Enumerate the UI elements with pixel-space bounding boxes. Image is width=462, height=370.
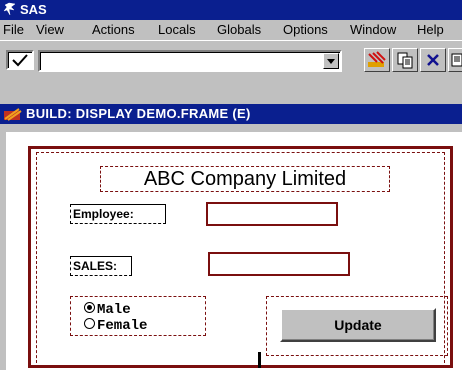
build-window-title: BUILD: DISPLAY DEMO.FRAME (E) <box>26 106 251 121</box>
checkmark-icon <box>12 54 28 67</box>
command-combo[interactable] <box>38 50 342 72</box>
menu-actions[interactable]: Actions <box>92 22 135 38</box>
command-dropdown-button[interactable] <box>323 53 339 69</box>
paste-button[interactable] <box>448 48 462 72</box>
update-button[interactable]: Update <box>280 308 436 342</box>
company-title[interactable]: ABC Company Limited <box>100 166 390 192</box>
paint-button[interactable] <box>364 48 390 72</box>
command-checkbox[interactable] <box>6 50 34 70</box>
app-titlebar: SAS <box>0 0 462 20</box>
paint-icon <box>368 51 386 67</box>
menu-options[interactable]: Options <box>283 22 328 38</box>
toolbar <box>0 40 462 72</box>
menu-bar: File View Actions Locals Globals Options… <box>0 20 462 40</box>
radio-male[interactable]: Male <box>84 302 131 317</box>
menu-locals[interactable]: Locals <box>158 22 196 38</box>
radio-female-label: Female <box>97 318 148 334</box>
radio-male-indicator[interactable] <box>84 302 95 313</box>
build-frame-icon <box>4 108 22 121</box>
radio-female-indicator[interactable] <box>84 318 95 329</box>
menu-help[interactable]: Help <box>417 22 444 38</box>
sas-logo-icon <box>3 2 16 16</box>
close-button[interactable] <box>420 48 446 72</box>
copy-button[interactable] <box>392 48 418 72</box>
close-icon <box>427 54 439 66</box>
paste-icon <box>451 53 462 67</box>
copy-icon <box>397 52 413 69</box>
menu-globals[interactable]: Globals <box>217 22 261 38</box>
radio-male-label: Male <box>97 302 131 318</box>
employee-field[interactable] <box>206 202 338 226</box>
sales-field[interactable] <box>208 252 350 276</box>
radio-female[interactable]: Female <box>84 318 147 333</box>
build-window-titlebar: BUILD: DISPLAY DEMO.FRAME (E) <box>0 104 462 124</box>
menu-view[interactable]: View <box>36 22 64 38</box>
menu-window[interactable]: Window <box>350 22 396 38</box>
app-title: SAS <box>20 2 47 17</box>
dropdown-arrow-icon <box>327 59 335 64</box>
sales-label: SALES: <box>70 256 132 276</box>
menu-file[interactable]: File <box>3 22 24 38</box>
resize-handle[interactable] <box>258 352 261 368</box>
employee-label: Employee: <box>70 204 166 224</box>
